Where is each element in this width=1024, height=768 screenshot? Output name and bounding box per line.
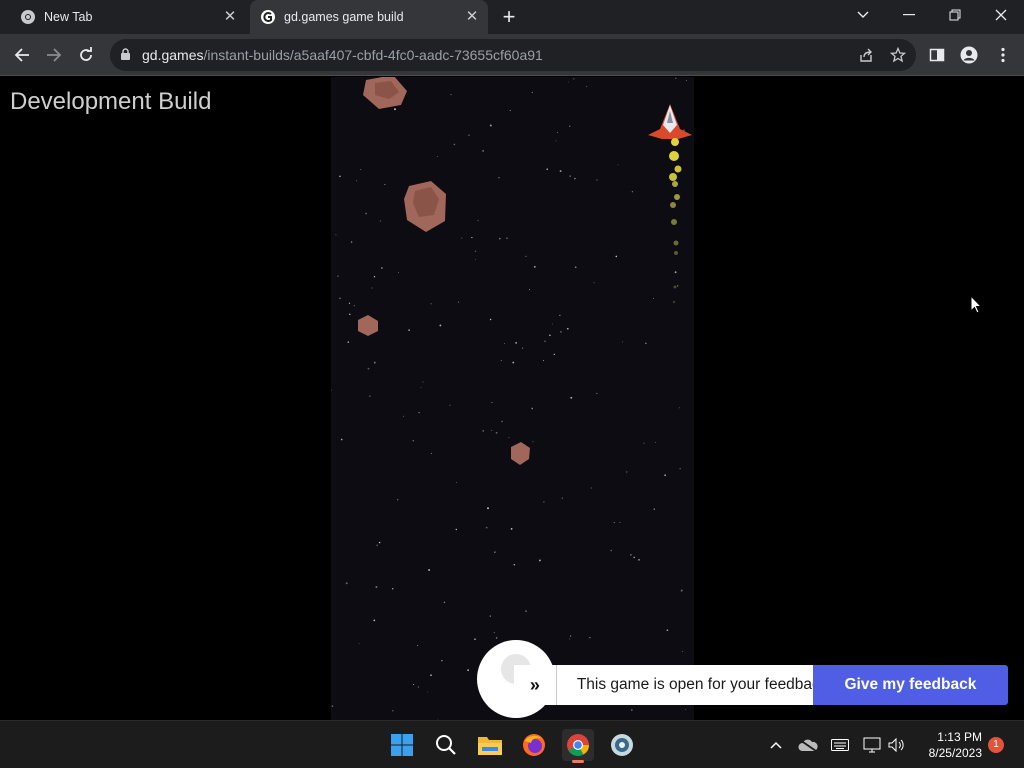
firefox-icon[interactable] xyxy=(518,729,550,761)
back-icon[interactable] xyxy=(8,41,36,69)
ship-exhaust xyxy=(669,138,682,304)
asteroid xyxy=(358,315,378,336)
browser-toolbar: gd.games/instant-builds/a5aaf407-cbfd-4f… xyxy=(0,34,1024,76)
clock-time: 1:13 PM xyxy=(937,730,982,744)
reload-icon[interactable] xyxy=(72,41,100,69)
mouse-cursor-icon xyxy=(970,294,983,319)
url-text[interactable]: gd.games/instant-builds/a5aaf407-cbfd-4f… xyxy=(142,47,543,63)
new-tab-button[interactable]: + xyxy=(498,6,520,28)
tab-title: New Tab xyxy=(44,10,93,24)
taskbar: 1:13 PM 8/25/2023 1 xyxy=(0,720,1024,768)
search-icon[interactable] xyxy=(430,729,462,761)
development-build-label: Development Build xyxy=(10,88,212,115)
menu-kebab-icon[interactable] xyxy=(994,46,1012,64)
clock-date: 8/25/2023 xyxy=(928,746,982,760)
side-panel-icon[interactable] xyxy=(928,46,946,64)
chevron-up-icon[interactable] xyxy=(766,735,786,755)
tab-strip: New Tab ✕ gd.games game build ✕ + xyxy=(0,0,1024,34)
feedback-message: This game is open for your feedback xyxy=(556,665,828,705)
close-tab-icon[interactable]: ✕ xyxy=(464,9,480,25)
player-ship xyxy=(648,104,692,139)
page-content: Development Build xyxy=(0,77,1024,720)
onedrive-icon[interactable] xyxy=(798,735,818,755)
lock-icon[interactable] xyxy=(120,48,131,66)
volume-icon[interactable] xyxy=(886,735,906,755)
close-tab-icon[interactable]: ✕ xyxy=(222,9,238,25)
give-feedback-button[interactable]: Give my feedback xyxy=(812,665,1009,705)
asteroid xyxy=(363,77,407,109)
network-icon[interactable] xyxy=(862,735,882,755)
file-explorer-icon[interactable] xyxy=(474,729,506,761)
feedback-banner: » This game is open for your feedback Gi… xyxy=(514,665,1009,705)
game-canvas[interactable] xyxy=(331,77,694,720)
close-window-icon[interactable] xyxy=(978,0,1024,30)
restore-icon[interactable] xyxy=(932,0,978,30)
tab-search-icon[interactable] xyxy=(840,0,886,30)
forward-icon[interactable] xyxy=(40,41,68,69)
asteroid xyxy=(404,181,446,232)
tab-game-build[interactable]: gd.games game build ✕ xyxy=(250,0,488,34)
tab-new-tab[interactable]: New Tab ✕ xyxy=(0,0,246,34)
minimize-icon[interactable] xyxy=(886,0,932,30)
profile-icon[interactable] xyxy=(960,46,978,64)
start-icon[interactable] xyxy=(386,729,418,761)
active-indicator xyxy=(572,760,584,763)
game-sprites xyxy=(358,77,692,465)
address-bar[interactable]: gd.games/instant-builds/a5aaf407-cbfd-4f… xyxy=(110,39,916,71)
keyboard-icon[interactable] xyxy=(830,735,850,755)
bookmark-star-icon[interactable] xyxy=(889,46,907,63)
system-clock[interactable]: 1:13 PM 8/25/2023 xyxy=(914,729,982,761)
chrome-taskbar-icon[interactable] xyxy=(562,729,594,763)
gdevelop-icon xyxy=(260,9,276,25)
asteroid xyxy=(511,442,530,465)
notification-badge[interactable]: 1 xyxy=(988,737,1004,753)
gdevelop-app-icon[interactable] xyxy=(606,729,638,761)
tab-title: gd.games game build xyxy=(284,10,404,24)
share-icon[interactable] xyxy=(858,47,874,63)
chrome-icon xyxy=(20,9,36,25)
collapse-chevrons-icon[interactable]: » xyxy=(514,665,556,705)
